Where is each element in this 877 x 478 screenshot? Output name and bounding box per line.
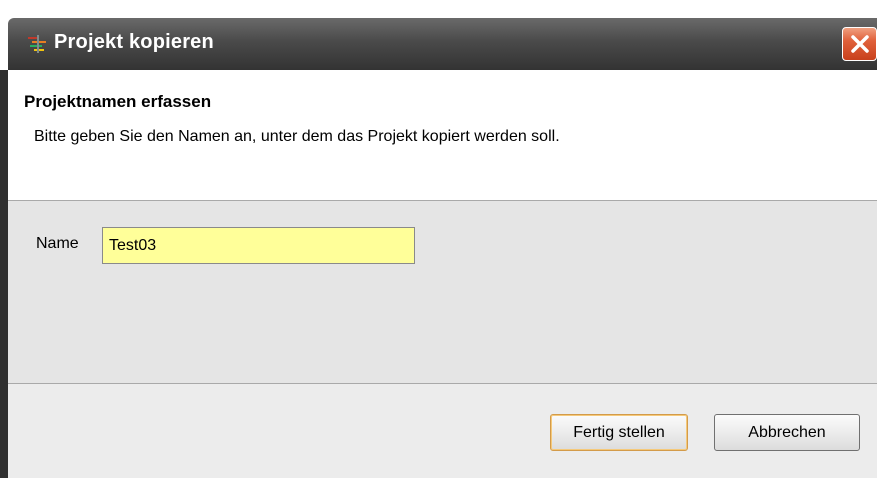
form-area: Name <box>8 201 877 383</box>
cancel-button[interactable]: Abbrechen <box>714 414 860 451</box>
name-input[interactable] <box>102 227 415 264</box>
close-button[interactable] <box>842 27 877 61</box>
page-title: Projektnamen erfassen <box>24 92 212 111</box>
dialog-header: Projektnamen erfassen Bitte geben Sie de… <box>8 70 877 201</box>
copy-project-dialog: Projekt kopieren Projektnamen erfassen B… <box>0 0 877 478</box>
page-description: Bitte geben Sie den Namen an, unter dem … <box>34 128 560 145</box>
finish-button[interactable]: Fertig stellen <box>550 414 688 451</box>
close-icon <box>851 35 869 53</box>
title-bar[interactable]: Projekt kopieren <box>8 18 877 70</box>
button-bar: Fertig stellen Abbrechen <box>8 384 877 478</box>
window-title: Projekt kopieren <box>54 31 214 53</box>
app-icon <box>28 35 48 53</box>
name-label: Name <box>36 235 79 252</box>
window-border <box>0 70 8 478</box>
